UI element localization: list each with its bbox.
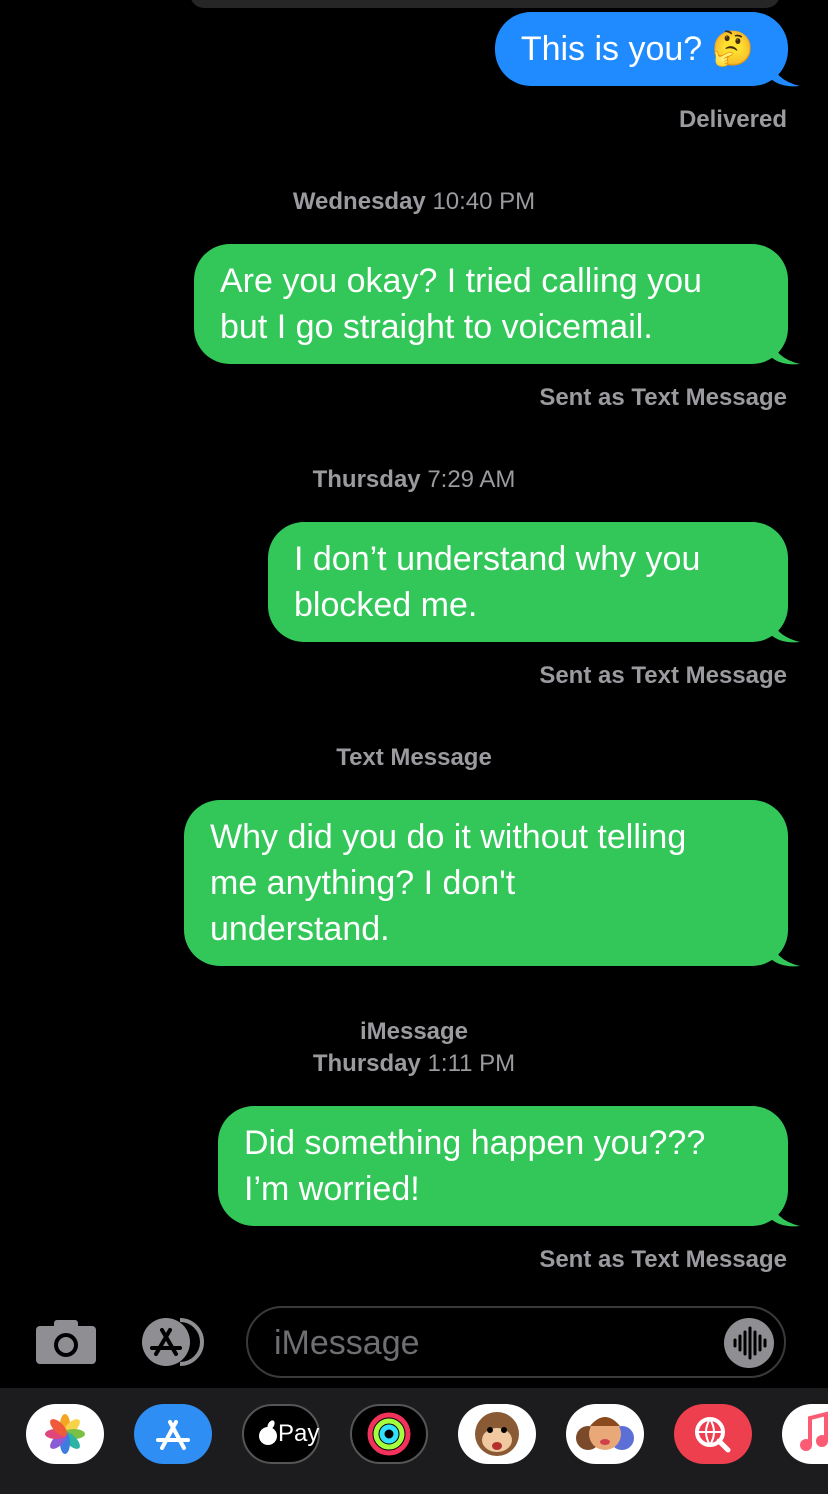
bubble-tail: [770, 336, 800, 366]
memoji-icon[interactable]: [566, 1404, 644, 1464]
bubble-tail: [770, 1198, 800, 1228]
service-label: Text Message: [0, 744, 828, 772]
message-line: Did something happen you???: [244, 1124, 706, 1162]
delivery-status: Delivered: [678, 106, 787, 133]
message-line: blocked me.: [294, 586, 478, 624]
send-status: Sent as Text Message: [539, 384, 787, 411]
previous-bubble-edge: [190, 0, 780, 8]
timestamp: Thursday 7:29 AM: [0, 466, 828, 494]
photos-icon[interactable]: [26, 1404, 104, 1464]
message-composer: [0, 1300, 828, 1388]
timestamp-day: Thursday: [312, 466, 421, 493]
timestamp-day: Wednesday: [292, 188, 426, 215]
message-bubble-green[interactable]: I don’t understand why you blocked me.: [268, 522, 800, 643]
timestamp-time: 1:11 PM: [427, 1050, 516, 1077]
message-bubble-green[interactable]: Why did you do it without telling me any…: [184, 800, 800, 967]
camera-icon[interactable]: [34, 1318, 98, 1366]
app-store-icon[interactable]: [134, 1404, 212, 1464]
message-line: but I go straight to voicemail.: [220, 308, 653, 346]
bubble-tail: [770, 614, 800, 644]
message-bubble-green[interactable]: Are you okay? I tried calling you but I …: [194, 244, 800, 365]
app-store-icon[interactable]: [140, 1316, 210, 1368]
bubble-tail: [770, 58, 800, 88]
message-bubble-green[interactable]: Did something happen you??? I’m worried!: [218, 1106, 800, 1227]
timestamp-day: Thursday: [312, 1050, 421, 1077]
app-drawer: Pay: [0, 1388, 828, 1494]
monkey-animoji-icon[interactable]: [458, 1404, 536, 1464]
service-label: iMessage: [0, 1018, 828, 1046]
message-line: I don’t understand why you: [294, 540, 701, 578]
waveform-icon[interactable]: [724, 1318, 774, 1368]
music-icon[interactable]: [782, 1404, 828, 1464]
message-line: me anything? I don't: [210, 864, 516, 902]
message-bubble-blue[interactable]: This is you? 🤔: [494, 12, 800, 87]
activity-icon[interactable]: [350, 1404, 428, 1464]
message-line: understand.: [210, 910, 390, 948]
message-input-field: [246, 1306, 786, 1378]
service-label-text: Text Message: [336, 744, 492, 771]
send-status: Sent as Text Message: [539, 1246, 787, 1273]
service-label-text: iMessage: [359, 1018, 469, 1045]
message-line: Are you okay? I tried calling you: [220, 262, 702, 300]
message-line: Why did you do it without telling: [210, 818, 687, 856]
send-status: Sent as Text Message: [539, 662, 787, 689]
timestamp-time: 7:29 AM: [427, 466, 516, 493]
message-text: This is you? 🤔: [520, 30, 754, 68]
message-line: I’m worried!: [244, 1170, 420, 1208]
apple-pay-icon[interactable]: Pay: [242, 1404, 320, 1464]
bubble-tail: [770, 938, 800, 968]
timestamp-time: 10:40 PM: [432, 188, 536, 215]
timestamp: Wednesday 10:40 PM: [0, 188, 828, 216]
timestamp: Thursday 1:11 PM: [0, 1050, 828, 1078]
message-input[interactable]: [272, 1318, 706, 1368]
web-search-icon[interactable]: [674, 1404, 752, 1464]
